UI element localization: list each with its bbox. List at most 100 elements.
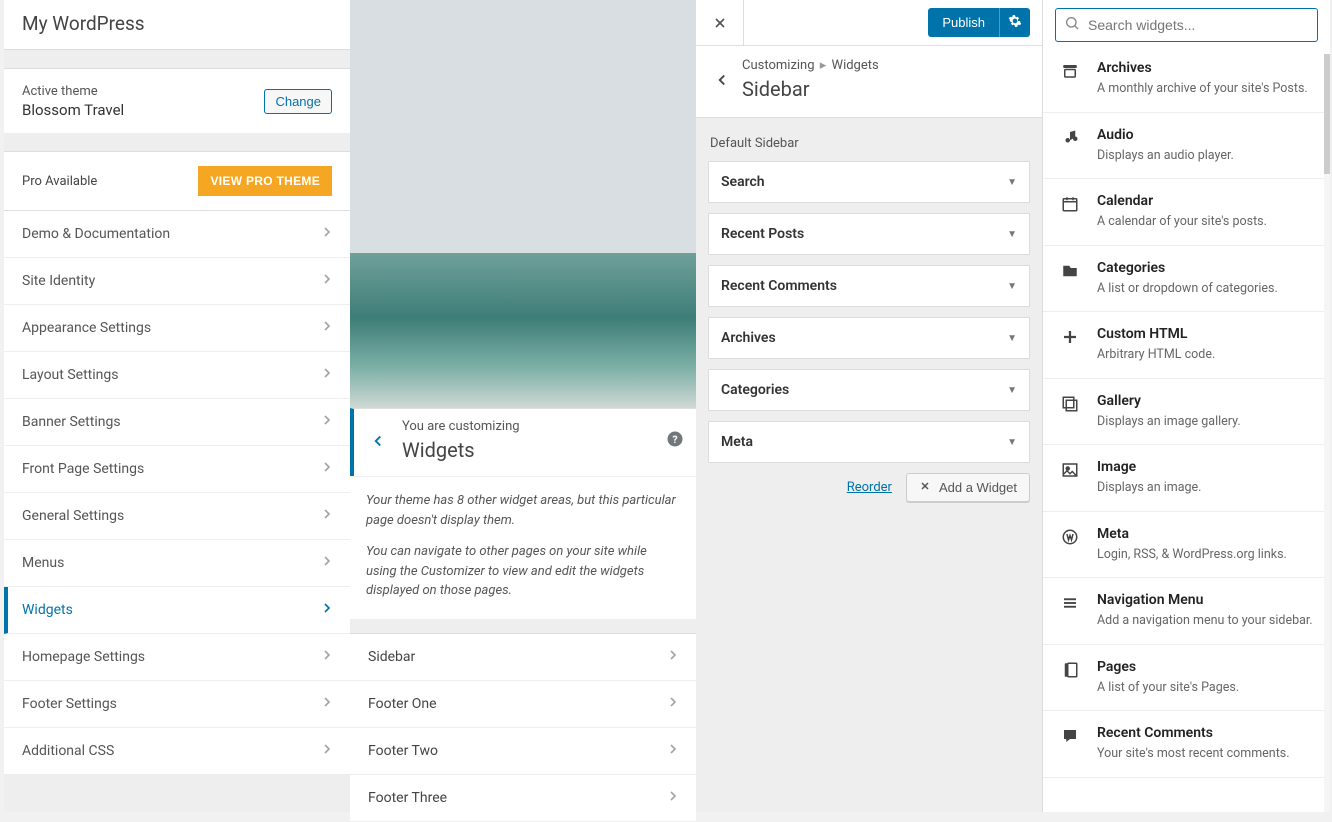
pro-label: Pro Available [22,174,97,189]
menu-item-label: Banner Settings [22,414,121,430]
crumb-big: Widgets [402,438,666,462]
menu-item-label: Homepage Settings [22,649,145,665]
area-label: Footer Two [368,743,438,759]
widget-area-item[interactable]: Sidebar [350,634,696,681]
publish-settings-button[interactable] [999,8,1030,37]
library-title: Calendar [1097,193,1267,209]
meta-icon [1059,526,1081,564]
chevron-right-icon [665,741,681,761]
area-label: Footer One [368,696,437,712]
search-icon [1064,15,1080,35]
menu-item-label: Demo & Documentation [22,226,170,242]
widget-library-item[interactable]: Navigation Menu Add a navigation menu to… [1043,578,1330,645]
library-title: Image [1097,459,1201,475]
back-button[interactable] [362,432,394,450]
chevron-right-icon [319,647,335,667]
search-widgets-field[interactable] [1055,8,1318,42]
menu-item-label: Layout Settings [22,367,118,383]
area-label: Footer Three [368,790,447,806]
svg-text:?: ? [672,432,677,445]
navmenu-icon [1059,592,1081,630]
widget-library-item[interactable]: Pages A list of your site's Pages. [1043,645,1330,712]
widget-area-item[interactable]: Footer Three [350,775,696,822]
add-widget-button[interactable]: Add a Widget [906,473,1030,502]
chevron-right-icon [665,694,681,714]
chevron-right-icon [319,318,335,338]
pages-icon [1059,659,1081,697]
library-title: Recent Comments [1097,725,1290,741]
expand-icon: ▼ [1007,177,1017,188]
active-theme-label: Active theme [22,83,124,101]
chevron-right-icon [319,412,335,432]
close-customizer-button[interactable] [696,0,744,46]
library-title: Navigation Menu [1097,592,1313,608]
customizer-section-item[interactable]: Widgets [4,587,350,634]
widget-name: Search [721,174,765,190]
widget-library-item[interactable]: Audio Displays an audio player. [1043,113,1330,180]
expand-icon: ▼ [1007,437,1017,448]
widget-library-item[interactable]: Gallery Displays an image gallery. [1043,379,1330,446]
widget-row[interactable]: Categories ▼ [708,369,1030,411]
customizer-section-item[interactable]: Front Page Settings [4,446,350,493]
customizer-section-item[interactable]: Additional CSS [4,728,350,775]
change-theme-button[interactable]: Change [264,89,332,114]
widget-row[interactable]: Archives ▼ [708,317,1030,359]
widget-area-item[interactable]: Footer Two [350,728,696,775]
customizer-section-item[interactable]: Banner Settings [4,399,350,446]
widget-library-item[interactable]: Archives A monthly archive of your site'… [1043,46,1330,113]
publish-button[interactable]: Publish [928,8,999,37]
menu-item-label: General Settings [22,508,124,524]
desc-p1: Your theme has 8 other widget areas, but… [366,491,680,530]
chevron-right-icon [319,459,335,479]
menu-item-label: Front Page Settings [22,461,144,477]
library-desc: Add a navigation menu to your sidebar. [1097,612,1313,630]
widget-library-item[interactable]: Recent Comments Your site's most recent … [1043,711,1330,778]
back-to-widgets-button[interactable] [702,71,742,89]
library-title: Pages [1097,659,1239,675]
customizer-section-item[interactable]: Homepage Settings [4,634,350,681]
customizer-section-item[interactable]: Appearance Settings [4,305,350,352]
customizer-section-item[interactable]: General Settings [4,493,350,540]
breadcrumb: Customizing ▸ Widgets [742,58,879,73]
menu-item-label: Footer Settings [22,696,117,712]
widget-row[interactable]: Search ▼ [708,161,1030,203]
widget-row[interactable]: Meta ▼ [708,421,1030,463]
crumb-prefix: Customizing [742,58,815,73]
customizer-section-item[interactable]: Footer Settings [4,681,350,728]
library-desc: Displays an audio player. [1097,147,1234,165]
widget-name: Categories [721,382,789,398]
customizer-section-item[interactable]: Demo & Documentation [4,211,350,258]
widget-row[interactable]: Recent Posts ▼ [708,213,1030,255]
chevron-right-icon [319,224,335,244]
expand-icon: ▼ [1007,385,1017,396]
widget-library-item[interactable]: Image Displays an image. [1043,445,1330,512]
widget-name: Meta [721,434,753,450]
customizer-section-item[interactable]: Site Identity [4,258,350,305]
help-icon[interactable]: ? [666,430,684,452]
crumb-small: You are customizing [402,419,666,434]
widget-library-item[interactable]: Categories A list or dropdown of categor… [1043,246,1330,313]
categories-icon [1059,260,1081,298]
view-pro-button[interactable]: VIEW PRO THEME [198,166,332,196]
library-title: Categories [1097,260,1278,276]
expand-icon: ▼ [1007,281,1017,292]
chevron-right-icon [319,553,335,573]
widget-row[interactable]: Recent Comments ▼ [708,265,1030,307]
reorder-link[interactable]: Reorder [847,480,892,495]
widget-library-item[interactable]: Calendar A calendar of your site's posts… [1043,179,1330,246]
expand-icon: ▼ [1007,229,1017,240]
chevron-right-icon [319,600,335,620]
customizer-section-item[interactable]: Layout Settings [4,352,350,399]
widget-area-item[interactable]: Footer One [350,681,696,728]
search-widgets-input[interactable] [1084,13,1309,37]
scrollbar[interactable] [1324,54,1330,812]
widget-library-item[interactable]: Custom HTML Arbitrary HTML code. [1043,312,1330,379]
library-title: Gallery [1097,393,1241,409]
calendar-icon [1059,193,1081,231]
customizer-section-item[interactable]: Menus [4,540,350,587]
expand-icon: ▼ [1007,333,1017,344]
widget-library-item[interactable]: Meta Login, RSS, & WordPress.org links. [1043,512,1330,579]
crumb-parent[interactable]: Widgets [832,58,879,73]
chevron-right-icon [665,788,681,808]
library-title: Audio [1097,127,1234,143]
